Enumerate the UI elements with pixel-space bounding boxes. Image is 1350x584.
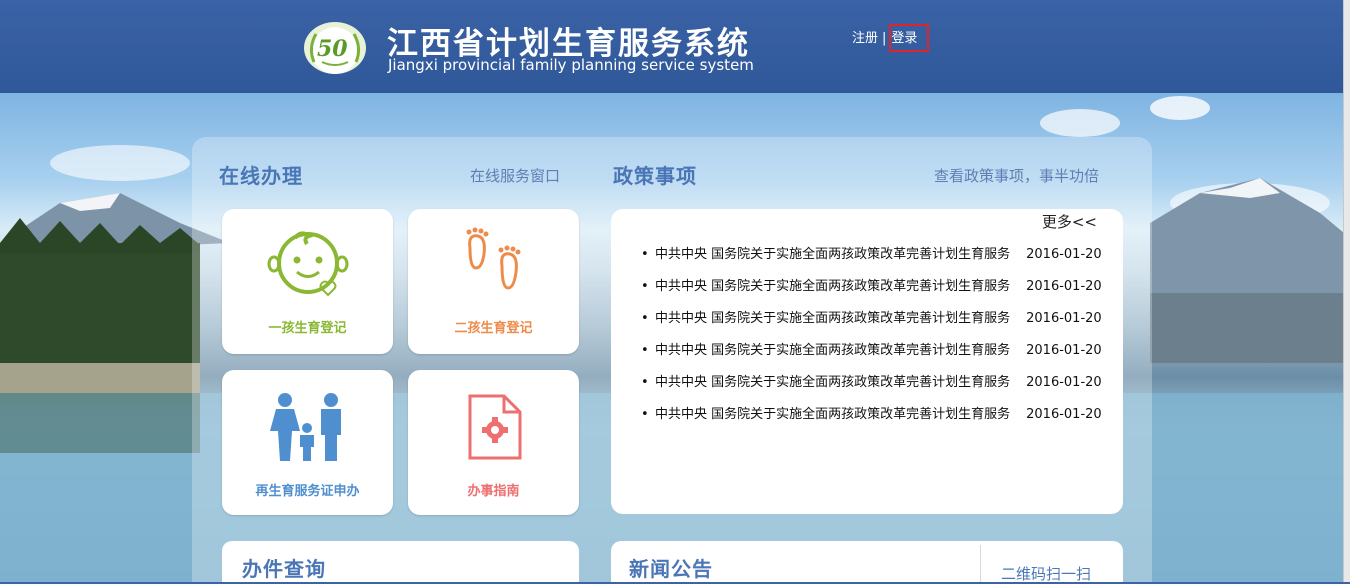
policy-item-title[interactable]: 中共中央 国务院关于实施全面两孩政策改革完善计划生育服务 — [655, 407, 1010, 422]
policy-item-title[interactable]: 中共中央 国务院关于实施全面两孩政策改革完善计划生育服务 — [655, 311, 1010, 326]
auth-links: 注册 | 登录 — [852, 24, 930, 52]
policy-list-item[interactable]: 中共中央 国务院关于实施全面两孩政策改革完善计划生育服务 2016-01-20 — [641, 343, 1102, 375]
policy-item-date: 2016-01-20 — [1026, 247, 1102, 262]
logo-emblem-icon: 50 — [309, 33, 361, 66]
first-child-registration-card[interactable]: 一孩生育登记 — [222, 209, 393, 354]
policy-item-date: 2016-01-20 — [1026, 343, 1102, 358]
policy-list-panel: 更多<< 中共中央 国务院关于实施全面两孩政策改革完善计划生育服务 2016-01… — [611, 209, 1123, 514]
second-child-registration-label: 二孩生育登记 — [454, 321, 533, 336]
qr-code-link[interactable]: 二维码扫一扫 — [1001, 563, 1091, 584]
footprints-icon — [466, 227, 521, 290]
policy-list-item[interactable]: 中共中央 国务院关于实施全面两孩政策改革完善计划生育服务 2016-01-20 — [641, 279, 1102, 311]
online-section-title: 在线办理 — [219, 164, 303, 188]
news-title: 新闻公告 — [629, 557, 713, 581]
policy-list-item[interactable]: 中共中央 国务院关于实施全面两孩政策改革完善计划生育服务 2016-01-20 — [641, 375, 1102, 407]
online-service-link[interactable]: 在线服务窗口 — [470, 165, 560, 186]
policy-list-item[interactable]: 中共中央 国务院关于实施全面两孩政策改革完善计划生育服务 2016-01-20 — [641, 407, 1102, 439]
svg-text:50: 50 — [317, 36, 348, 62]
policy-item-date: 2016-01-20 — [1026, 375, 1102, 390]
register-link[interactable]: 注册 — [852, 31, 878, 46]
site-subtitle: Jiangxi provincial family planning servi… — [388, 56, 754, 74]
site-logo[interactable]: 50 — [304, 22, 366, 74]
policy-item-date: 2016-01-20 — [1026, 407, 1102, 422]
first-child-registration-label: 一孩生育登记 — [268, 321, 347, 336]
policy-item-date: 2016-01-20 — [1026, 279, 1102, 294]
vertical-scrollbar[interactable] — [1343, 0, 1350, 582]
login-link[interactable]: 登录 — [889, 24, 930, 52]
second-child-registration-card[interactable]: 二孩生育登记 — [408, 209, 579, 354]
policy-item-title[interactable]: 中共中央 国务院关于实施全面两孩政策改革完善计划生育服务 — [655, 343, 1010, 358]
site-header: 50 江西省计划生育服务系统 Jiangxi provincial family… — [0, 0, 1344, 93]
guide-card[interactable]: 办事指南 — [408, 370, 579, 515]
policy-list-item[interactable]: 中共中央 国务院关于实施全面两孩政策改革完善计划生育服务 2016-01-20 — [641, 311, 1102, 343]
policy-item-title[interactable]: 中共中央 国务院关于实施全面两孩政策改革完善计划生育服务 — [655, 375, 1010, 390]
more-policy-link[interactable]: 更多<< — [1042, 211, 1097, 232]
policy-view-link[interactable]: 查看政策事项，事半功倍 — [934, 165, 1099, 186]
policy-item-date: 2016-01-20 — [1026, 311, 1102, 326]
document-gear-icon — [468, 394, 522, 460]
case-query-title: 办件查询 — [242, 557, 326, 581]
family-icon — [270, 393, 341, 461]
reproduction-certificate-label: 再生育服务证申办 — [255, 484, 360, 499]
qr-code-section: 二维码扫一扫 — [980, 545, 1123, 584]
reproduction-certificate-card[interactable]: 再生育服务证申办 — [222, 370, 393, 515]
guide-label: 办事指南 — [467, 484, 520, 499]
policy-list-item[interactable]: 中共中央 国务院关于实施全面两孩政策改革完善计划生育服务 2016-01-20 — [641, 247, 1102, 279]
case-query-card: 办件查询 — [222, 541, 579, 582]
auth-separator: | — [882, 31, 887, 46]
policy-section-title: 政策事项 — [613, 164, 697, 188]
baby-face-icon — [267, 231, 349, 296]
policy-list: 中共中央 国务院关于实施全面两孩政策改革完善计划生育服务2016-01-20中共… — [641, 247, 1102, 439]
policy-item-title[interactable]: 中共中央 国务院关于实施全面两孩政策改革完善计划生育服务 — [655, 247, 1010, 262]
policy-item-title[interactable]: 中共中央 国务院关于实施全面两孩政策改革完善计划生育服务 — [655, 279, 1010, 294]
